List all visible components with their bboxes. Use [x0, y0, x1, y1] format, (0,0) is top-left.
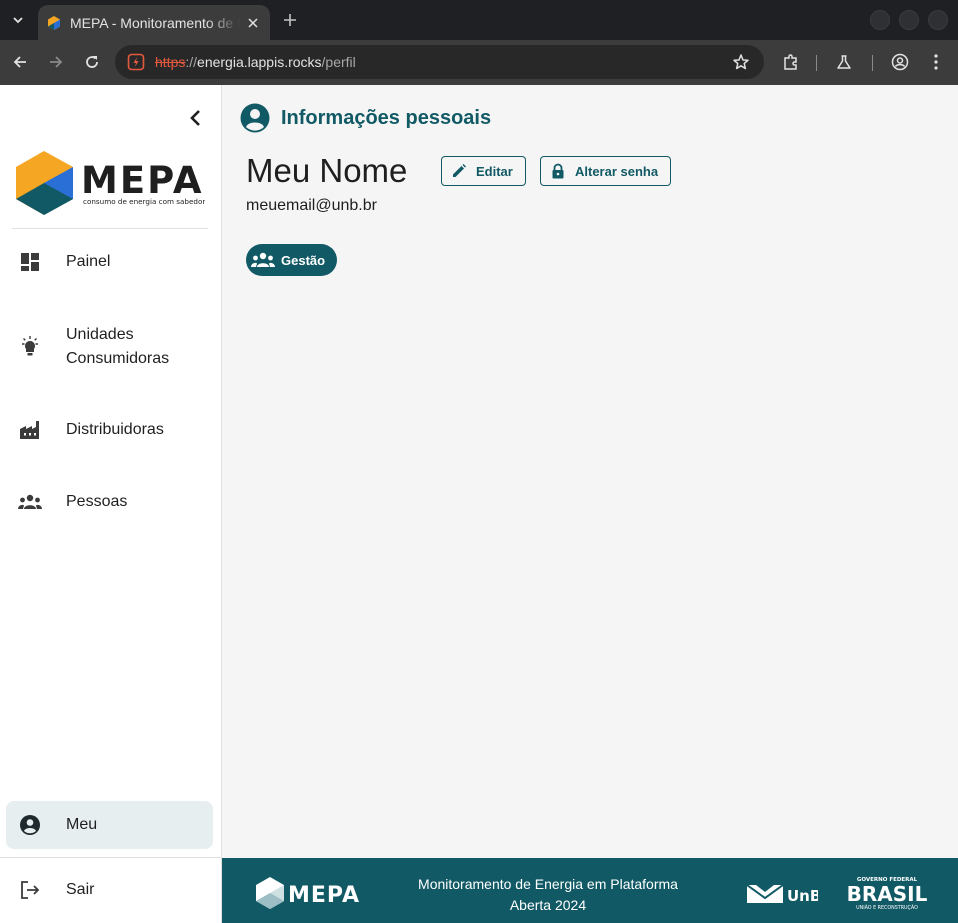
people-icon [251, 252, 275, 267]
sidebar-item-label: Distribuidoras [66, 421, 164, 438]
browser-toolbar: https://energia.lappis.rocks/perfil [0, 40, 958, 85]
toolbar-divider [872, 55, 873, 71]
dashboard-icon [18, 250, 42, 274]
forward-arrow-icon[interactable] [44, 50, 68, 74]
sidebar: MEPA consumo de energia com sabedoria Pa… [0, 85, 222, 923]
section-title: Informações pessoais [281, 106, 492, 129]
tab-title: MEPA - Monitoramento de Energia em Plata… [70, 14, 240, 31]
sidebar-divider [0, 857, 221, 858]
extensions-puzzle-icon[interactable] [779, 50, 803, 74]
svg-text:UnB: UnB [787, 887, 818, 905]
account-circle-icon [18, 813, 42, 837]
account-circle-icon [240, 103, 270, 133]
pencil-icon [453, 164, 466, 177]
user-email: meuemail@unb.br [246, 197, 377, 214]
logout-icon [18, 878, 42, 902]
sidebar-item-label: Unidades Consumidoras [66, 326, 170, 367]
lightbulb-icon [18, 335, 42, 359]
factory-icon [18, 418, 42, 442]
user-name: Meu Nome [246, 152, 408, 189]
svg-text:UNIÃO E RECONSTRUÇÃO: UNIÃO E RECONSTRUÇÃO [856, 904, 918, 911]
svg-text:consumo de energia com sabedor: consumo de energia com sabedoria [83, 197, 205, 206]
window-close-button[interactable] [928, 10, 948, 30]
tab-search-chevron-icon[interactable] [6, 8, 30, 32]
sidebar-item-painel[interactable]: Painel [6, 243, 213, 281]
svg-text:MEPA: MEPA [81, 159, 203, 202]
footer-tagline: Monitoramento de Energia em Plataforma A… [388, 874, 708, 916]
svg-text:MEPA: MEPA [288, 883, 360, 908]
profile-avatar-icon[interactable] [888, 50, 912, 74]
reload-icon[interactable] [80, 50, 104, 74]
browser-menu-kebab-icon[interactable] [924, 50, 948, 74]
people-icon [18, 490, 42, 514]
not-secure-icon[interactable] [127, 53, 145, 71]
footer: MEPA Monitoramento de Energia em Platafo… [222, 858, 958, 923]
footer-line-2: Aberta 2024 [509, 897, 587, 913]
section-header: Informações pessoais [240, 103, 491, 133]
address-bar[interactable]: https://energia.lappis.rocks/perfil [115, 45, 764, 79]
sidebar-item-pessoas[interactable]: Pessoas [6, 483, 213, 521]
back-arrow-icon[interactable] [8, 50, 32, 74]
mepa-logo: MEPA consumo de energia com sabedoria [16, 151, 205, 215]
lock-icon [552, 163, 564, 179]
sidebar-item-label: Sair [66, 881, 95, 898]
change-password-label: Alterar senha [575, 163, 659, 179]
footer-line-1: Monitoramento de Energia em Plataforma [418, 876, 678, 892]
toolbar-divider [816, 55, 817, 71]
browser-tab[interactable]: MEPA - Monitoramento de Energia em Plata… [38, 5, 270, 40]
labs-flask-icon[interactable] [832, 50, 856, 74]
browser-tab-bar: MEPA - Monitoramento de Energia em Plata… [0, 0, 958, 40]
svg-text:BRASIL: BRASIL [847, 882, 928, 906]
collapse-chevron-left-icon[interactable] [183, 106, 207, 130]
window-maximize-button[interactable] [899, 10, 919, 30]
new-tab-icon[interactable] [278, 8, 302, 32]
edit-button[interactable]: Editar [441, 156, 526, 186]
app-root: MEPA consumo de energia com sabedoria Pa… [0, 85, 958, 923]
main-content: Informações pessoais Meu Nome Editar Alt… [222, 85, 958, 858]
sidebar-item-meu[interactable]: Meu [6, 801, 213, 849]
url-text: https://energia.lappis.rocks/perfil [155, 54, 356, 70]
bookmark-star-icon[interactable] [732, 53, 750, 71]
role-chip: Gestão [246, 244, 338, 276]
window-minimize-button[interactable] [870, 10, 890, 30]
role-chip-label: Gestão [281, 252, 326, 268]
sidebar-item-label: Meu [66, 816, 98, 833]
sidebar-item-sair[interactable]: Sair [6, 871, 213, 909]
edit-button-label: Editar [476, 163, 513, 179]
unb-logo: UnB [746, 884, 818, 905]
sidebar-divider [12, 228, 208, 229]
governo-federal-brasil-logo: GOVERNO FEDERAL BRASIL UNIÃO E RECONSTRU… [847, 877, 928, 911]
change-password-button[interactable]: Alterar senha [540, 156, 672, 186]
sidebar-item-unidades-consumidoras[interactable]: Unidades Consumidoras [6, 320, 213, 374]
sidebar-item-label: Pessoas [66, 493, 128, 510]
sidebar-item-distribuidoras[interactable]: Distribuidoras [6, 411, 213, 449]
sidebar-item-label: Painel [66, 253, 111, 270]
mepa-favicon-icon [48, 15, 60, 30]
tab-close-icon[interactable] [244, 14, 262, 32]
mepa-footer-logo: MEPA [256, 877, 360, 909]
